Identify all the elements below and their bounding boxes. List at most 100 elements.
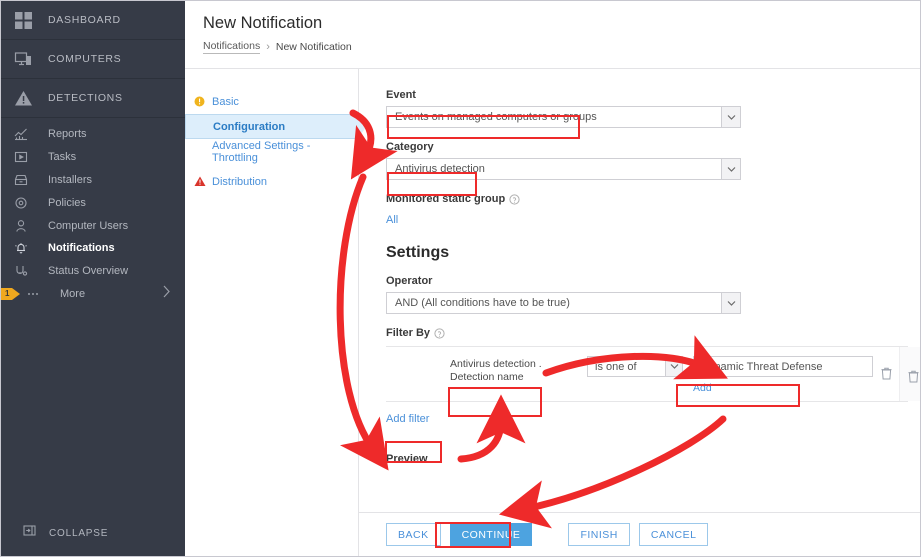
chevron-down-icon[interactable]	[721, 159, 740, 179]
chevron-down-icon[interactable]	[665, 357, 682, 376]
back-button[interactable]: BACK	[386, 523, 441, 546]
dashboard-grid-icon	[14, 11, 48, 30]
wizard-step-distribution-label: Distribution	[212, 175, 268, 188]
sidebar-collapse-button[interactable]: COLLAPSE	[1, 510, 185, 556]
help-circle-icon[interactable]	[434, 327, 445, 339]
filter-field-name[interactable]: Antivirus detection . Detection name	[450, 356, 587, 394]
page-header: New Notification Notifications › New Not…	[185, 1, 920, 69]
filter-row: Antivirus detection . Detection name is …	[386, 347, 899, 401]
sidebar-item-dashboard-label: DASHBOARD	[48, 14, 121, 26]
breadcrumb-separator-icon: ›	[266, 41, 270, 53]
main-sidebar: DASHBOARD COMPUTERS DETECTIONS Reports T…	[1, 1, 185, 556]
operator-label: Operator	[386, 275, 433, 287]
event-label: Event	[386, 89, 416, 101]
event-field-group: Event Events on managed computers or gro…	[386, 89, 920, 128]
operator-select[interactable]: AND (All conditions have to be true)	[386, 292, 741, 314]
computer-users-person-icon	[14, 219, 48, 233]
filter-list: Antivirus detection . Detection name is …	[386, 346, 920, 402]
operator-field-group: Operator AND (All conditions have to be …	[386, 275, 920, 314]
filter-by-group: Filter By Antivirus detection . Detectio…	[386, 327, 920, 425]
wizard-step-configuration[interactable]: Configuration	[185, 113, 368, 140]
category-select[interactable]: Antivirus detection	[386, 158, 741, 180]
cancel-button[interactable]: CANCEL	[638, 523, 709, 546]
filter-value-group: Dynamic Threat Defense Add	[693, 356, 873, 394]
configuration-form: Event Events on managed computers or gro…	[359, 69, 920, 556]
sidebar-item-tasks[interactable]: Tasks	[1, 146, 185, 169]
continue-button[interactable]: CONTINUE	[449, 523, 533, 546]
sidebar-item-notifications[interactable]: Notifications	[1, 237, 185, 260]
policies-gear-icon	[14, 196, 48, 210]
sidebar-item-detections-label: DETECTIONS	[48, 92, 123, 104]
warning-circle-icon	[194, 96, 212, 107]
wizard-footer: BACK CONTINUE FINISH CANCEL	[359, 512, 920, 556]
settings-section-title: Settings	[386, 244, 450, 261]
sidebar-item-reports[interactable]: Reports	[1, 123, 185, 146]
sidebar-item-notifications-label: Notifications	[48, 242, 115, 255]
error-triangle-icon	[194, 176, 212, 187]
monitored-group-value-link[interactable]: All	[386, 214, 920, 226]
sidebar-item-computer-users[interactable]: Computer Users	[1, 214, 185, 237]
chevron-down-icon[interactable]	[721, 293, 740, 313]
sidebar-item-policies[interactable]: Policies	[1, 191, 185, 214]
chevron-down-icon[interactable]	[721, 107, 740, 127]
chevron-right-icon	[162, 285, 171, 303]
add-filter-link[interactable]: Add filter	[386, 413, 920, 425]
filter-by-label: Filter By	[386, 327, 920, 339]
status-overview-icon	[14, 264, 48, 278]
breadcrumb-current: New Notification	[275, 41, 352, 53]
filter-value-delete-button[interactable]	[873, 356, 899, 394]
breadcrumb-link-notifications[interactable]: Notifications	[203, 40, 261, 54]
sidebar-item-installers[interactable]: Installers	[1, 169, 185, 192]
finish-button[interactable]: FINISH	[568, 523, 630, 546]
sidebar-item-more-label: More	[60, 287, 86, 300]
event-select-value: Events on managed computers or groups	[395, 111, 597, 123]
breadcrumb: Notifications › New Notification	[203, 40, 920, 54]
body-row: Basic Configuration Advanced Settings - …	[185, 69, 920, 556]
wizard-step-distribution[interactable]: Distribution	[185, 169, 358, 194]
filter-comparator-value: is one of	[595, 360, 637, 373]
category-field-group: Category Antivirus detection	[386, 141, 920, 180]
filter-by-label-text: Filter By	[386, 327, 431, 339]
monitored-group-label-text: Monitored static group	[386, 193, 506, 205]
sidebar-item-dashboard[interactable]: DASHBOARD	[1, 1, 185, 40]
more-ellipsis-icon	[26, 287, 60, 301]
sidebar-item-more[interactable]: 1 More	[1, 283, 185, 306]
wizard-step-basic[interactable]: Basic	[185, 89, 358, 114]
sidebar-item-tasks-label: Tasks	[48, 151, 77, 164]
sidebar-item-status-overview[interactable]: Status Overview	[1, 260, 185, 283]
operator-select-value: AND (All conditions have to be true)	[395, 297, 570, 309]
sidebar-item-computer-users-label: Computer Users	[48, 219, 129, 232]
wizard-steps: Basic Configuration Advanced Settings - …	[185, 69, 368, 556]
sidebar-collapse-label: COLLAPSE	[49, 527, 109, 539]
sidebar-item-computers[interactable]: COMPUTERS	[1, 40, 185, 79]
reports-chart-icon	[14, 127, 48, 141]
form-inner: Event Events on managed computers or gro…	[359, 89, 920, 465]
sidebar-item-detections[interactable]: DETECTIONS	[1, 79, 185, 118]
monitored-group-label: Monitored static group	[386, 193, 920, 205]
category-select-value: Antivirus detection	[395, 163, 485, 175]
sidebar-item-reports-label: Reports	[48, 128, 87, 141]
wizard-step-advanced-settings-throttling[interactable]: Advanced Settings - Throttling	[185, 139, 358, 164]
wizard-step-configuration-label: Configuration	[213, 120, 286, 133]
help-circle-icon[interactable]	[509, 193, 520, 205]
filter-row-delete-button[interactable]	[899, 347, 920, 401]
event-select[interactable]: Events on managed computers or groups	[386, 106, 741, 128]
page-title: New Notification	[203, 14, 323, 32]
sidebar-more-badge: 1	[1, 287, 22, 300]
filter-field-name-line2: Detection name	[450, 371, 524, 383]
sidebar-item-computers-label: COMPUTERS	[48, 53, 122, 65]
detections-warning-triangle-icon	[14, 89, 48, 108]
filter-value-input[interactable]: Dynamic Threat Defense	[693, 356, 873, 377]
filter-add-value-link[interactable]: Add	[693, 382, 873, 394]
main-content: New Notification Notifications › New Not…	[185, 1, 920, 556]
filter-field-name-line1: Antivirus detection .	[450, 358, 542, 370]
sidebar-item-policies-label: Policies	[48, 196, 86, 209]
installers-box-icon	[14, 173, 48, 187]
sidebar-item-status-overview-label: Status Overview	[48, 265, 129, 278]
monitored-group-field-group: Monitored static group All	[386, 193, 920, 226]
category-label: Category	[386, 141, 434, 153]
computers-monitor-icon	[14, 50, 48, 69]
sidebar-item-installers-label: Installers	[48, 173, 93, 186]
filter-comparator-select[interactable]: is one of	[587, 356, 683, 377]
